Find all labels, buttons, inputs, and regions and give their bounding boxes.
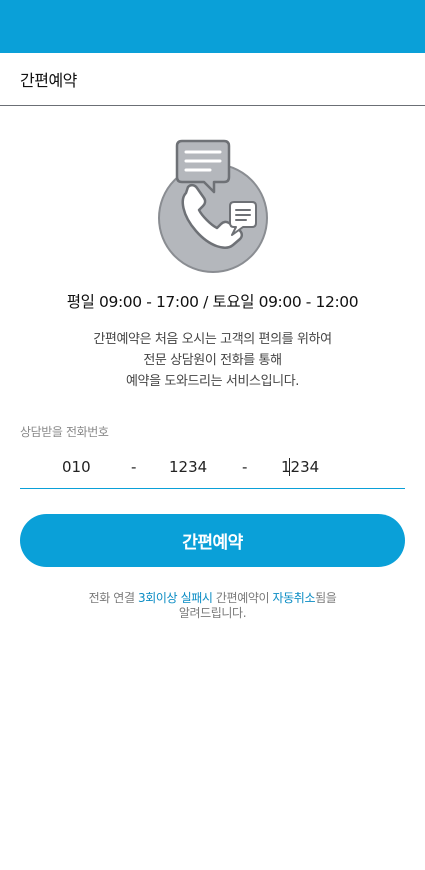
reserve-button[interactable]: 간편예약	[20, 514, 405, 567]
phone-part2-input[interactable]: 1234	[169, 458, 207, 476]
business-hours: 평일 09:00 - 17:00 / 토요일 09:00 - 12:00	[66, 293, 359, 311]
phone-part1-input[interactable]: 010	[62, 458, 91, 476]
phone-number-field[interactable]: 010 - 1234 - 1234	[20, 449, 405, 489]
status-bar	[0, 0, 425, 53]
phone-part3-input[interactable]: 1234	[281, 458, 319, 476]
phone-separator: -	[242, 458, 248, 476]
notice-text: 됨을	[315, 591, 337, 605]
hero	[0, 106, 425, 276]
notice-text: 전화 연결	[88, 591, 138, 605]
notice-highlight: 3회이상 실패시	[138, 591, 213, 605]
notice-text: 간편예약이	[212, 591, 273, 605]
description-line: 전문 상담원이 전화를 통해	[143, 353, 282, 368]
phone-label: 상담받을 전화번호	[20, 425, 109, 439]
description-line: 예약을 도와드리는 서비스입니다.	[125, 374, 300, 389]
notice-text: 알려드립니다.	[178, 606, 247, 620]
description: 간편예약은 처음 오시는 고객의 편의를 위하여 전문 상담원이 전화를 통해 …	[0, 329, 425, 392]
header: 간편예약	[0, 53, 425, 106]
description-line: 간편예약은 처음 오시는 고객의 편의를 위하여	[93, 332, 332, 347]
notice: 전화 연결 3회이상 실패시 간편예약이 자동취소됨을 알려드립니다.	[60, 591, 365, 621]
page-title: 간편예약	[20, 71, 77, 90]
notice-highlight: 자동취소	[272, 591, 316, 605]
phone-separator: -	[131, 458, 137, 476]
text-cursor	[289, 458, 290, 476]
phone-chat-icon	[158, 139, 268, 273]
